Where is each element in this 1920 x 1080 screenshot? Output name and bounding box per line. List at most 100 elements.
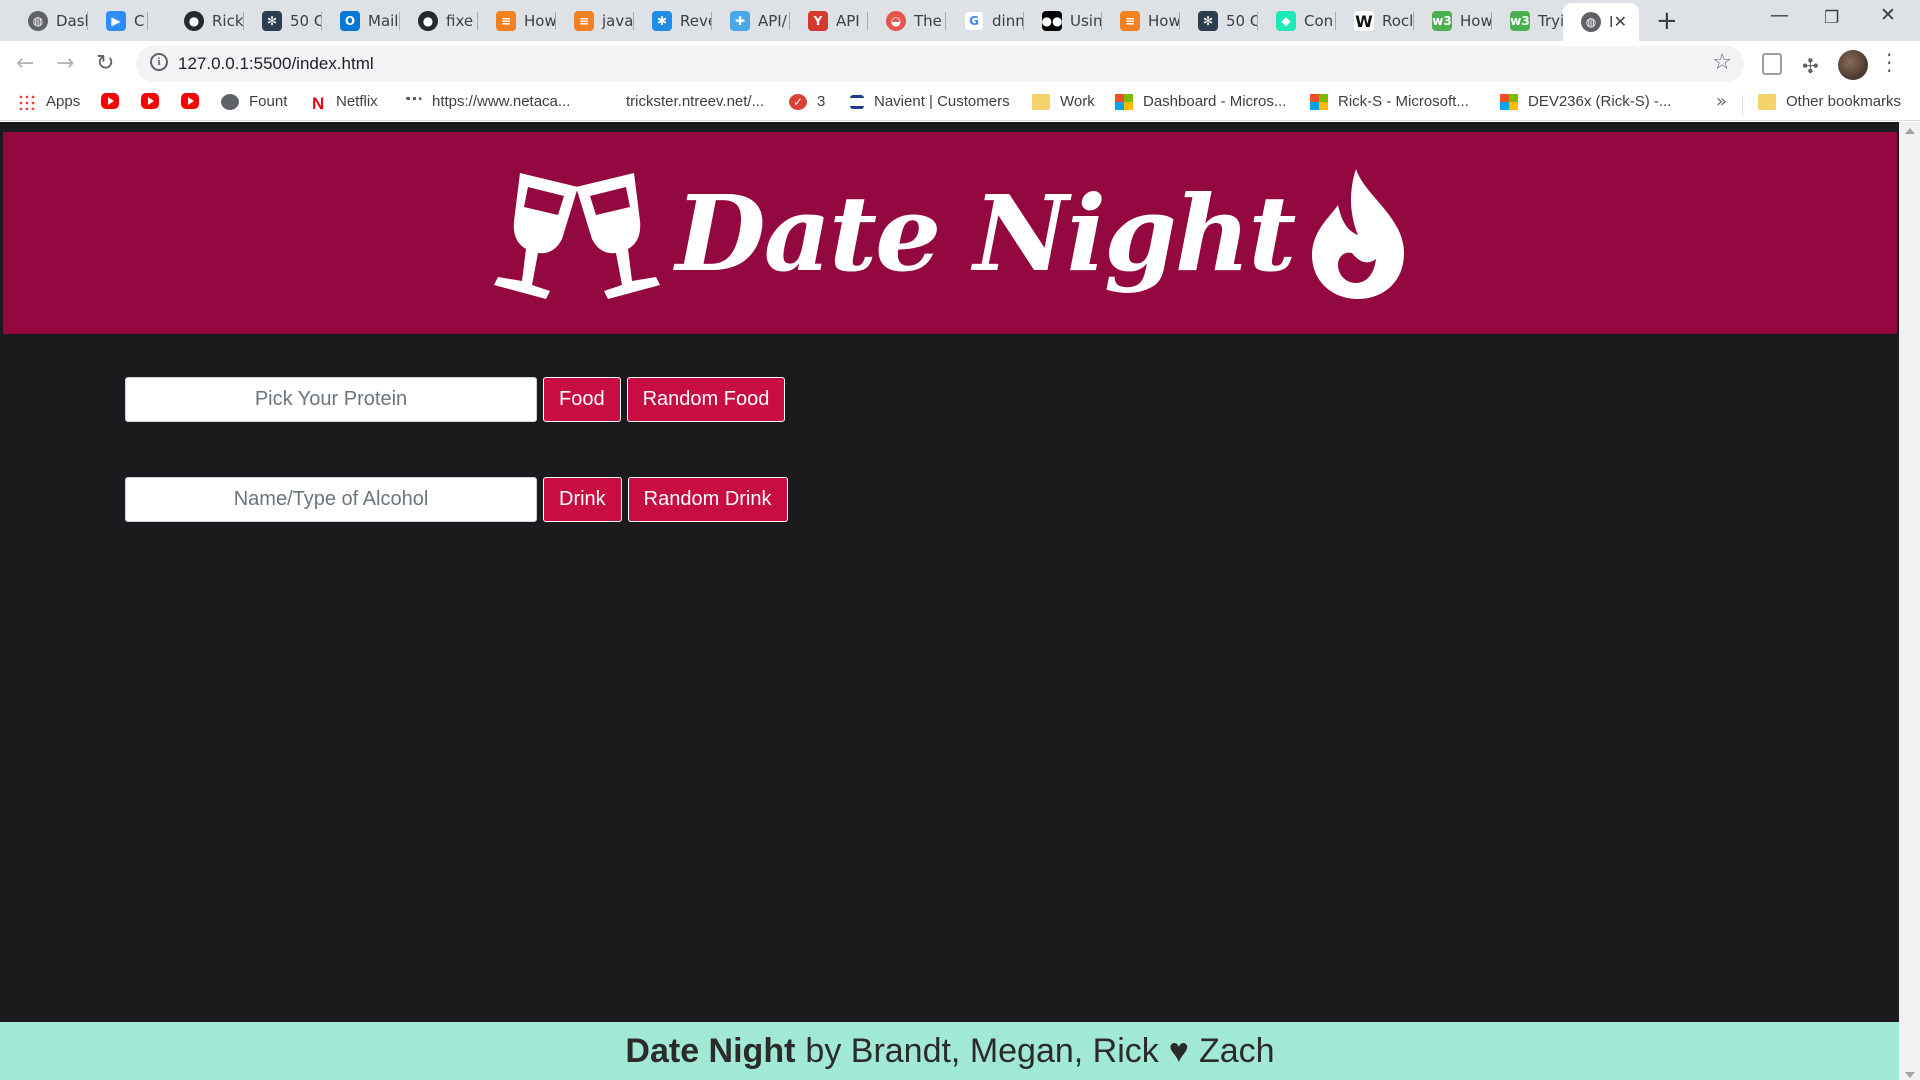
minimize-icon[interactable]: — bbox=[1770, 4, 1789, 26]
tab[interactable]: Y API bbox=[790, 6, 868, 36]
bookmark-youtube[interactable] bbox=[141, 93, 159, 109]
bookmark-youtube[interactable] bbox=[181, 93, 199, 109]
bookmark-label: Dashboard - Micros... bbox=[1143, 93, 1287, 110]
w-icon: W bbox=[1354, 11, 1374, 31]
tab-title: Dasl bbox=[56, 12, 88, 30]
tab-title: API/ bbox=[758, 12, 787, 30]
stackoverflow-icon: ≡ bbox=[574, 11, 594, 31]
tab-title: C bbox=[134, 12, 145, 30]
tab[interactable]: w3 How bbox=[1414, 6, 1492, 36]
bookmark-youtube[interactable] bbox=[101, 93, 119, 109]
github-icon: ● bbox=[418, 11, 438, 31]
bookmark-fount[interactable]: Fount bbox=[221, 93, 287, 110]
youtube-icon bbox=[181, 93, 199, 109]
bookmark-label: Fount bbox=[249, 93, 288, 110]
bookmark-apps[interactable]: Apps bbox=[18, 93, 80, 110]
github-icon: ● bbox=[184, 11, 204, 31]
medium-icon: ●● bbox=[1042, 11, 1062, 31]
tab[interactable]: w3 Tryit bbox=[1492, 6, 1570, 36]
bookmark-label: Other bookmarks bbox=[1786, 93, 1902, 110]
tab[interactable]: ✚ API/ bbox=[712, 6, 790, 36]
tab[interactable]: ▶ C bbox=[88, 6, 148, 36]
random-drink-button[interactable]: Random Drink bbox=[627, 477, 788, 522]
todoist-icon: ✓ bbox=[789, 93, 807, 110]
tab[interactable]: G dinn bbox=[946, 6, 1024, 36]
tab-title: How bbox=[524, 12, 556, 30]
more-bookmarks-button[interactable]: » bbox=[1716, 91, 1727, 112]
bookmark-star-icon[interactable]: ☆ bbox=[1712, 50, 1732, 75]
api-icon: ✚ bbox=[730, 11, 750, 31]
tab[interactable]: ◆ Con bbox=[1258, 6, 1336, 36]
bookmark-navient[interactable]: Navient | Customers bbox=[850, 93, 1010, 110]
tab[interactable]: ✻ 50 C bbox=[1180, 6, 1258, 36]
reload-icon[interactable]: ↻ bbox=[96, 51, 114, 76]
random-food-button[interactable]: Random Food bbox=[626, 377, 786, 422]
tab[interactable]: ●● Usin bbox=[1024, 6, 1102, 36]
window-close-icon[interactable]: ✕ bbox=[1880, 4, 1896, 26]
tab-title: dinn bbox=[992, 12, 1024, 30]
food-button[interactable]: Food bbox=[543, 377, 621, 422]
bookmark-todoist[interactable]: ✓ 3 bbox=[789, 93, 825, 110]
food-icon: ◒ bbox=[886, 11, 906, 31]
tab-strip: ◍ Dasl ▶ C ● Rick ✻ 50 C O Mail ● fixe ≡… bbox=[0, 0, 1920, 41]
tab[interactable]: ◒ The bbox=[868, 6, 946, 36]
stackoverflow-icon: ≡ bbox=[1120, 11, 1140, 31]
tab-title: How bbox=[1148, 12, 1180, 30]
new-tab-button[interactable]: + bbox=[1656, 6, 1678, 36]
scrollbar[interactable] bbox=[1899, 122, 1920, 1080]
tab[interactable]: ≡ java bbox=[556, 6, 634, 36]
bookmark-other[interactable]: Other bookmarks bbox=[1758, 93, 1901, 110]
forward-icon[interactable]: → bbox=[56, 51, 74, 76]
menu-dots-icon[interactable]: · · · bbox=[1886, 45, 1892, 81]
tab[interactable]: ≡ How bbox=[478, 6, 556, 36]
page-header: Date Night bbox=[3, 132, 1897, 334]
tab[interactable]: ◍ Dasl bbox=[10, 6, 88, 36]
tab-title: 50 C bbox=[290, 12, 322, 30]
tab-title: fixe bbox=[446, 12, 474, 30]
info-icon[interactable]: i bbox=[150, 53, 168, 71]
extensions-puzzle-icon[interactable]: ✣ bbox=[1802, 54, 1819, 78]
tab[interactable]: O Mail bbox=[322, 6, 400, 36]
navient-icon bbox=[850, 94, 864, 109]
folder-icon bbox=[1758, 93, 1776, 110]
alcohol-input[interactable] bbox=[125, 477, 537, 522]
tab[interactable]: ≡ How bbox=[1102, 6, 1180, 36]
bookmark-label: Netflix bbox=[336, 93, 378, 110]
globe-icon bbox=[221, 93, 239, 110]
extension-icon[interactable] bbox=[1762, 53, 1782, 75]
address-bar[interactable]: i 127.0.0.1:5500/index.html ☆ bbox=[136, 46, 1744, 82]
scroll-up-icon[interactable] bbox=[1905, 128, 1915, 134]
flame-icon bbox=[1312, 169, 1405, 299]
url-text[interactable]: 127.0.0.1:5500/index.html bbox=[178, 54, 374, 74]
cocktail-icon: Y bbox=[808, 11, 828, 31]
cisco-icon bbox=[404, 96, 422, 107]
bookmark-dev236x[interactable]: DEV236x (Rick-S) -... bbox=[1500, 93, 1671, 110]
tab[interactable]: W Rocl bbox=[1336, 6, 1414, 36]
bookmark-netacad[interactable]: https://www.netaca... bbox=[404, 93, 570, 110]
restore-icon[interactable]: ❐ bbox=[1824, 8, 1839, 28]
tab[interactable]: ✻ 50 C bbox=[244, 6, 322, 36]
drink-button[interactable]: Drink bbox=[543, 477, 622, 522]
bookmark-work[interactable]: Work bbox=[1032, 93, 1095, 110]
bookmark-label: Rick-S - Microsoft... bbox=[1338, 93, 1469, 110]
google-icon: G bbox=[964, 11, 984, 31]
back-icon[interactable]: ← bbox=[16, 51, 34, 76]
globe-icon: ◍ bbox=[1581, 12, 1601, 32]
tab[interactable]: ● fixe bbox=[400, 6, 478, 36]
bookmark-rick-s[interactable]: Rick-S - Microsoft... bbox=[1310, 93, 1469, 110]
tab[interactable]: ✱ Reve bbox=[634, 6, 712, 36]
protein-input[interactable] bbox=[125, 377, 537, 422]
bookmark-netflix[interactable]: N Netflix bbox=[312, 93, 378, 113]
tab-title: The bbox=[914, 12, 942, 30]
tab-title: Reve bbox=[680, 12, 712, 30]
w3-icon: w3 bbox=[1510, 11, 1530, 31]
bookmark-trickster[interactable]: trickster.ntreev.net/... bbox=[598, 93, 764, 110]
paw-icon: ✻ bbox=[262, 11, 282, 31]
scroll-down-icon[interactable] bbox=[1905, 1072, 1915, 1078]
tab[interactable]: ● Rick bbox=[166, 6, 244, 36]
tab-active[interactable]: ◍ I ✕ bbox=[1563, 3, 1639, 41]
avatar[interactable] bbox=[1838, 50, 1868, 80]
bookmark-label: trickster.ntreev.net/... bbox=[626, 93, 765, 110]
bookmark-dashboard[interactable]: Dashboard - Micros... bbox=[1115, 93, 1286, 110]
close-icon[interactable]: ✕ bbox=[1614, 12, 1627, 31]
